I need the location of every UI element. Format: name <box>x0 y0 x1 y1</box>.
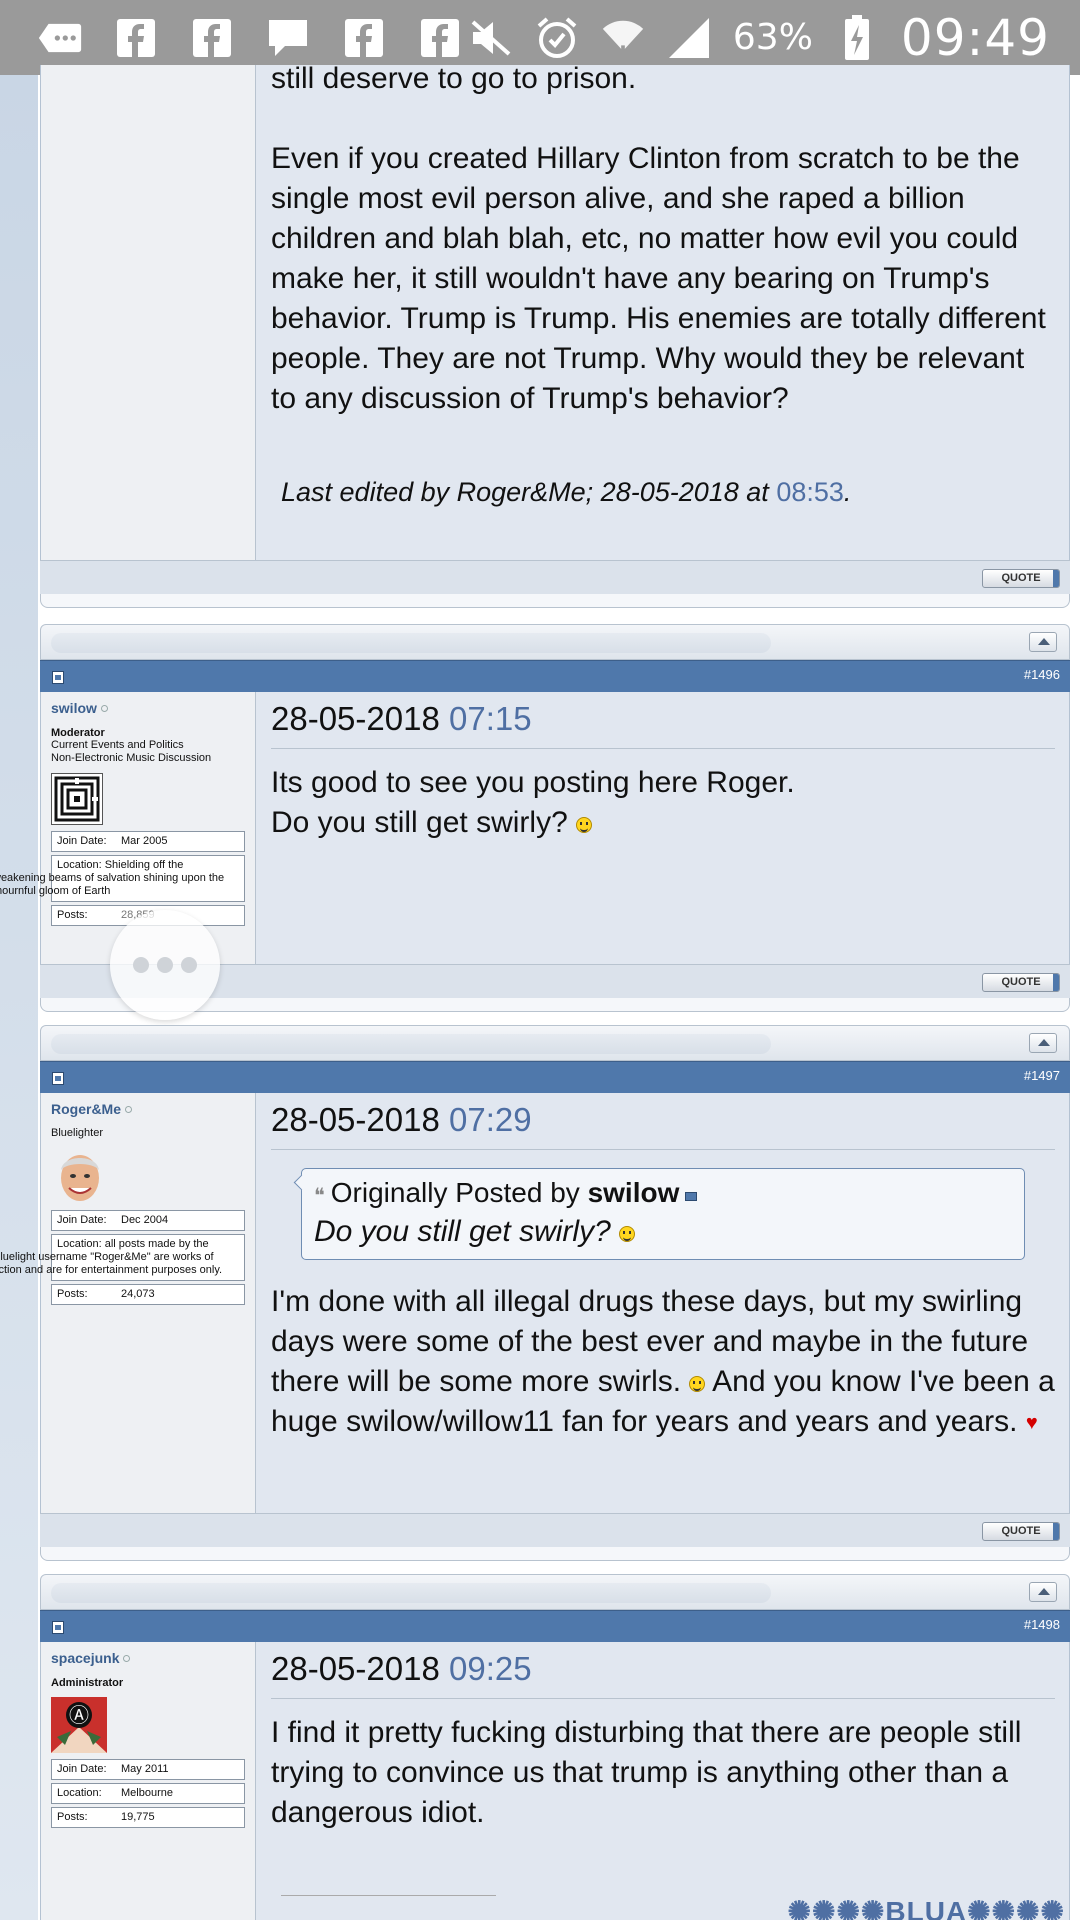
heart-icon: ♥ <box>1025 1412 1038 1434</box>
clock: 09:49 <box>900 8 1050 67</box>
facebook-icon <box>342 16 386 60</box>
quote-button[interactable]: QUOTE <box>982 973 1060 992</box>
signature-divider <box>281 1895 496 1896</box>
post-header: #1497 <box>40 1061 1070 1093</box>
post-count: Posts: 19,775 <box>51 1807 245 1828</box>
avatar[interactable]: Ⓐ <box>51 1697 107 1753</box>
join-date: Join Date: Mar 2005 <box>51 831 245 852</box>
offline-status-icon <box>125 1106 133 1114</box>
post-date: 28-05-2018 07:29 <box>271 1101 532 1138</box>
post-footer: QUOTE <box>40 560 1070 594</box>
last-edited-text: Last edited by Roger&Me; 28-05-2018 at <box>281 477 777 507</box>
quote-mark-icon: ❝ <box>314 1185 325 1207</box>
facebook-icon <box>114 16 158 60</box>
post-count: Posts: 24,073 <box>51 1284 245 1305</box>
user-forums: Current Events and Politics Non-Electron… <box>51 739 212 764</box>
user-title: Moderator <box>51 727 105 739</box>
username[interactable]: Roger&Me <box>51 1101 121 1117</box>
post-body: 28-05-2018 07:15 Its good to see you pos… <box>257 692 1069 843</box>
quote-text: Do you still get swirly? <box>314 1215 1012 1249</box>
back-to-top-icon[interactable] <box>1029 1582 1057 1602</box>
post-message: Its good to see you posting here Roger. … <box>271 766 795 839</box>
post-date: 28-05-2018 09:25 <box>271 1650 532 1687</box>
post-separator <box>40 1574 1070 1610</box>
forum-thread-page: still deserve to go to prison. Even if y… <box>0 62 1080 1920</box>
view-post-icon[interactable] <box>685 1192 698 1201</box>
message-icon <box>266 16 310 60</box>
post-bottom-edge <box>40 594 1070 608</box>
facebook-icon <box>190 16 234 60</box>
user-title: Administrator <box>51 1677 124 1689</box>
post-message-continued: still deserve to go to prison. <box>271 62 637 95</box>
userinfo-column: spacejunk Administrator Ⓐ Join Date: May … <box>41 1642 256 1920</box>
quote-button[interactable]: QUOTE <box>982 1522 1060 1541</box>
post-message: I find it pretty fucking disturbing that… <box>271 1716 1022 1829</box>
signal-icon <box>667 16 711 60</box>
post-status-icon <box>52 1072 64 1085</box>
smile-icon <box>619 1226 636 1242</box>
user-title: Bluelighter <box>51 1127 103 1139</box>
post-number[interactable]: #1497 <box>1024 1068 1060 1083</box>
avatar[interactable] <box>57 1148 103 1204</box>
userinfo-column <box>41 65 256 560</box>
signature-banner: ✺✺✺✺BLUA✺✺✺✺ <box>787 1896 1065 1920</box>
post-message: I'm done with all illegal drugs these da… <box>271 1282 1055 1443</box>
post-bottom-edge <box>40 1547 1070 1561</box>
post-header: #1496 <box>40 660 1070 692</box>
quote-author: swilow <box>587 1177 680 1208</box>
alarm-icon <box>535 16 579 60</box>
battery-percent: 63% <box>732 17 813 58</box>
join-date: Join Date: May 2011 <box>51 1759 245 1780</box>
post-status-icon <box>52 1621 64 1634</box>
post-number[interactable]: #1498 <box>1024 1617 1060 1632</box>
avatar[interactable] <box>51 773 103 825</box>
quote-header: ❝ Originally Posted by swilow <box>314 1177 1012 1209</box>
floating-more-button[interactable] <box>110 910 220 1020</box>
post-1498: spacejunk Administrator Ⓐ Join Date: May … <box>40 1642 1070 1920</box>
more-notifications-icon <box>38 16 82 60</box>
back-to-top-icon[interactable] <box>1029 1033 1057 1053</box>
userinfo-column: Roger&Me Bluelighter Join Date: Dec 2004 … <box>0 1093 256 1523</box>
post-status-icon <box>52 671 64 684</box>
post-previous: still deserve to go to prison. Even if y… <box>40 62 1070 560</box>
post-body: 28-05-2018 09:25 I find it pretty fuckin… <box>257 1642 1069 1920</box>
svg-text:Ⓐ: Ⓐ <box>69 1703 89 1727</box>
offline-status-icon <box>123 1655 131 1663</box>
post-header: #1498 <box>40 1610 1070 1642</box>
post-separator <box>40 1025 1070 1061</box>
last-edited: Last edited by Roger&Me; 28-05-2018 at 0… <box>281 477 852 507</box>
last-edited-time[interactable]: 08:53 <box>776 477 844 507</box>
username[interactable]: spacejunk <box>51 1650 119 1666</box>
smile-icon <box>576 817 593 833</box>
facebook-icon <box>418 16 462 60</box>
quote-block: ❝ Originally Posted by swilow Do you stil… <box>301 1168 1025 1260</box>
offline-status-icon <box>100 705 108 713</box>
quote-button[interactable]: QUOTE <box>982 569 1060 588</box>
post-body: still deserve to go to prison. Even if y… <box>257 62 1069 508</box>
post-1497: Roger&Me Bluelighter Join Date: Dec 2004 … <box>0 1093 1070 1523</box>
smile-icon <box>689 1376 706 1392</box>
post-number[interactable]: #1496 <box>1024 667 1060 682</box>
post-body: 28-05-2018 07:29 ❝ Originally Posted by s… <box>257 1093 1069 1443</box>
post-date: 28-05-2018 07:15 <box>271 700 532 737</box>
username[interactable]: swilow <box>51 700 97 716</box>
post-message: Even if you created Hillary Clinton from… <box>271 142 1046 415</box>
wifi-icon <box>601 16 645 60</box>
mute-icon <box>469 16 513 60</box>
location: Location: Shielding off the weakening be… <box>0 855 245 902</box>
thread-content: still deserve to go to prison. Even if y… <box>0 62 1070 1920</box>
post-footer: QUOTE <box>40 1513 1070 1547</box>
back-to-top-icon[interactable] <box>1029 632 1057 652</box>
post-separator <box>40 624 1070 660</box>
left-gutter <box>0 75 38 1920</box>
location: Location: all posts made by the Blueligh… <box>0 1234 245 1281</box>
battery-charging-icon <box>835 14 879 60</box>
join-date: Join Date: Dec 2004 <box>51 1210 245 1231</box>
location: Location: Melbourne <box>51 1783 245 1804</box>
